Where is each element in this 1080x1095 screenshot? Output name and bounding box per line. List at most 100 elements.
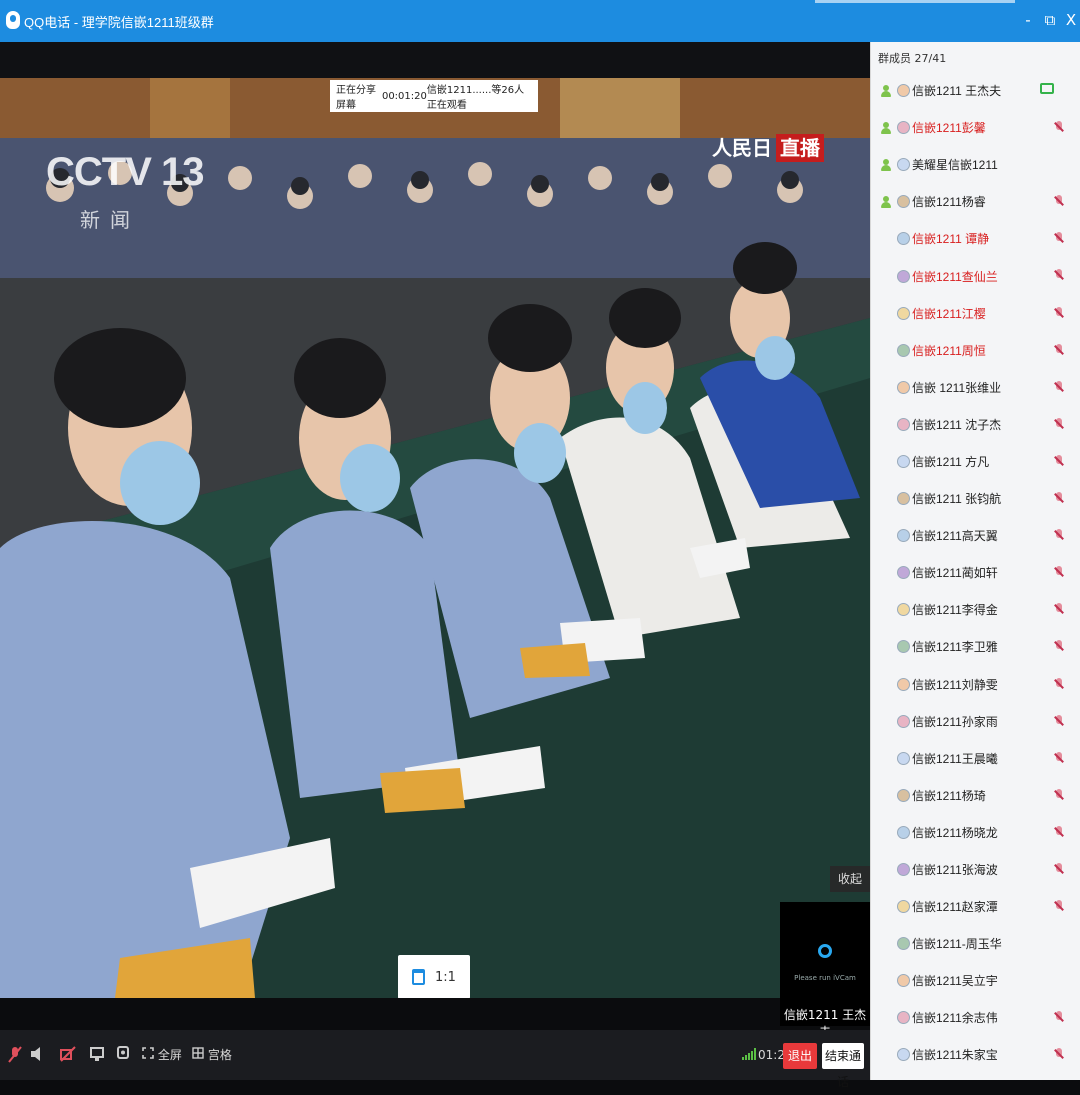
restore-button[interactable]: ⧉ [1039,8,1061,32]
member-name: 信嵌1211李卫雅 [912,640,998,655]
drag-handle[interactable] [815,0,1015,3]
mic-muted-icon [1054,788,1064,802]
mic-muted-icon [1054,492,1064,505]
member-row[interactable]: 信嵌1211王晨曦 [871,740,1080,777]
member-name: 信嵌1211高天翼 [912,529,998,544]
member-row[interactable]: 信嵌1211 王杰夫 [871,72,1080,109]
member-name: 信嵌1211 沈子杰 [912,417,1002,432]
window-title: QQ电话 - 理学院信嵌1211班级群 [24,15,214,30]
member-row[interactable]: 信嵌1211杨琦 [871,777,1080,814]
member-row[interactable]: 信嵌1211蔺如轩 [871,554,1080,591]
mic-muted-icon [1054,269,1064,282]
camera-off-icon[interactable] [60,1046,76,1064]
avatar [897,195,910,209]
member-list-panel: 群成员 27/41 信嵌1211 王杰夫 信嵌1211彭馨 美耀星信嵌1211 信嵌1… [870,42,1080,1080]
exit-button[interactable]: 退出 [783,1043,817,1069]
avatar [897,232,910,246]
member-list: 信嵌1211 王杰夫 信嵌1211彭馨 美耀星信嵌1211 信嵌1211杨睿 信嵌121… [871,72,1080,1074]
member-name: 信嵌1211周恒 [912,343,986,358]
member-row[interactable]: 信嵌1211杨晓龙 [871,814,1080,851]
mic-muted-icon [1054,195,1064,208]
member-name: 信嵌1211江樱 [912,306,986,321]
avatar [897,714,910,728]
member-name: 信嵌1211朱家宝 [912,1048,998,1063]
member-name: 信嵌1211孙家雨 [912,714,998,729]
member-row[interactable]: 信嵌1211 方凡 [871,443,1080,480]
self-camera-preview[interactable]: Please run iVCam 信嵌1211 王杰夫 [780,902,870,1039]
member-row[interactable]: 信嵌 1211张维业 [871,369,1080,406]
member-name: 信嵌1211杨睿 [912,195,986,210]
member-name: 信嵌1211张海波 [912,863,998,878]
member-row[interactable]: 信嵌1211李卫雅 [871,628,1080,665]
avatar [897,788,910,802]
fullscreen-button[interactable]: 全屏 [142,1046,182,1064]
member-row[interactable]: 信嵌1211周恒 [871,332,1080,369]
share-viewers-text: 信嵌1211......等26人正在观看 [426,85,525,111]
avatar [897,492,910,506]
admin-role-icon [879,84,893,98]
member-name: 信嵌1211李得金 [912,603,998,618]
member-row[interactable]: 信嵌1211刘静雯 [871,666,1080,703]
member-row[interactable]: 信嵌1211杨睿 [871,183,1080,220]
member-row[interactable]: 信嵌1211余志伟 [871,999,1080,1036]
channel-logo: CCTV 13 [46,150,204,194]
member-row[interactable]: 信嵌1211孙家雨 [871,703,1080,740]
mic-muted-icon [1054,306,1064,320]
end-call-button[interactable]: 结束通话 [822,1043,864,1089]
member-row[interactable]: 信嵌1211高天翼 [871,517,1080,554]
member-name: 信嵌1211刘静雯 [912,677,998,692]
member-row[interactable]: 信嵌1211 谭静 [871,220,1080,257]
avatar [897,1048,910,1062]
member-row[interactable]: 美耀星信嵌1211 [871,146,1080,183]
shared-screen-video[interactable]: 正在分享屏幕 00:01:20 信嵌1211......等26人正在观看 CCT… [0,78,870,998]
aspect-ratio-button[interactable]: 1:1 [398,955,470,998]
mic-muted-icon [1054,1048,1064,1061]
member-row[interactable]: 信嵌1211 张钧航 [871,480,1080,517]
mic-muted-icon [1054,529,1064,542]
member-row[interactable]: 信嵌1211彭馨 [871,109,1080,146]
member-row[interactable]: 信嵌1211李得金 [871,591,1080,628]
avatar [897,343,910,357]
avatar [897,937,910,951]
microphone-muted-icon[interactable] [8,1046,22,1064]
mic-muted-icon [1054,900,1064,913]
avatar [897,640,910,654]
channel-subtitle: 新闻 [80,208,140,232]
webcam-icon [818,944,832,958]
avatar [897,121,910,135]
avatar [897,677,910,691]
member-row[interactable]: 信嵌1211查仙兰 [871,257,1080,294]
fullscreen-label: 全屏 [157,1048,182,1062]
aspect-ratio-label: 1:1 [435,969,456,985]
member-name: 信嵌1211杨琦 [912,788,986,803]
member-name: 信嵌 1211张维业 [912,380,1002,395]
mic-muted-icon [1054,862,1064,876]
mic-muted-icon [1054,677,1064,691]
member-row[interactable]: 信嵌1211 沈子杰 [871,406,1080,443]
member-name: 信嵌1211 张钧航 [912,492,1002,507]
avatar [897,454,910,468]
share-screen-icon[interactable] [90,1046,104,1064]
member-row[interactable]: 信嵌1211赵家潭 [871,888,1080,925]
admin-role-icon [879,158,893,172]
close-button[interactable]: X [1060,8,1080,32]
member-row[interactable]: 信嵌1211江樱 [871,295,1080,332]
grid-view-button[interactable]: 宫格 [192,1046,232,1064]
member-row[interactable]: 信嵌1211朱家宝 [871,1036,1080,1073]
minimize-button[interactable]: - [1017,8,1039,32]
mic-muted-icon [1054,603,1064,616]
mic-muted-icon [1054,417,1064,431]
window-titlebar: QQ电话 - 理学院信嵌1211班级群 - ⧉ X [0,0,1080,42]
record-icon[interactable] [116,1046,130,1064]
mic-muted-icon [1054,232,1064,245]
mic-muted-icon [1054,380,1064,394]
fullscreen-icon [142,1047,154,1059]
live-badge-label: 直播 [776,134,824,162]
member-row[interactable]: 信嵌1211吴立宇 [871,962,1080,999]
avatar [897,825,910,839]
member-row[interactable]: 信嵌1211-周玉华 [871,925,1080,962]
fold-button[interactable]: 收起 [830,866,870,892]
member-name: 信嵌1211-周玉华 [912,937,1002,952]
member-row[interactable]: 信嵌1211张海波 [871,851,1080,888]
speaker-icon[interactable] [30,1046,44,1064]
